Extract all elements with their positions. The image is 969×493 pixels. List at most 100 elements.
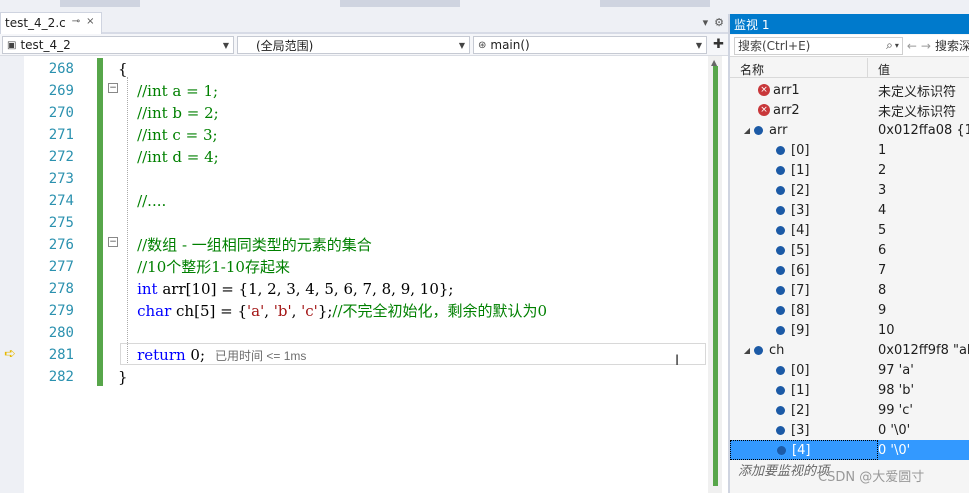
watch-row[interactable]: × arr2 未定义标识符	[730, 100, 969, 120]
watch-name: arr1	[773, 82, 800, 98]
watch-value[interactable]: 3	[878, 180, 969, 200]
line-number: 281	[48, 347, 74, 363]
back-arrow-icon[interactable]: ←	[907, 39, 917, 53]
tab-strip-stub	[600, 0, 710, 7]
variable-icon	[776, 265, 785, 275]
variable-icon	[776, 185, 785, 195]
watch-name-cell: [0]	[730, 360, 878, 380]
code-line: //10个整形1-10存起来	[118, 256, 708, 278]
watch-name: [1]	[791, 162, 810, 178]
watch-value[interactable]: 未定义标识符	[878, 80, 969, 100]
scope-name: (全局范围)	[256, 38, 314, 53]
watch-name-cell: × arr2	[730, 100, 878, 120]
search-placeholder: 搜索(Ctrl+E)	[738, 39, 811, 53]
collapse-arrow-icon[interactable]: ◢	[740, 346, 754, 355]
code-line: //....	[118, 190, 708, 212]
scope-dropdown[interactable]: (全局范围) ▼	[237, 36, 470, 54]
watch-name: [4]	[791, 222, 810, 238]
watch-value[interactable]: 8	[878, 280, 969, 300]
watch-value[interactable]: 5	[878, 220, 969, 240]
fold-toggle-icon[interactable]: −	[108, 237, 118, 247]
text-cursor-icon: I	[675, 353, 680, 369]
watch-value[interactable]: 0x012ffa08 {1, 2	[878, 120, 969, 140]
watch-value[interactable]: 0 '\0'	[878, 440, 969, 460]
code-text: {	[118, 60, 128, 78]
variable-icon	[776, 325, 785, 335]
gear-icon[interactable]: ⚙	[714, 16, 724, 29]
code-line: }	[118, 366, 708, 388]
chevron-down-icon: ▼	[458, 40, 465, 50]
code-text: //int d = 4;	[118, 148, 219, 166]
code-text: //....	[118, 192, 167, 210]
watch-window: 监视 1 搜索(Ctrl+E) ⌕ ▾ ← → 搜索深 名称 值 × arr1 未定…	[728, 14, 969, 493]
watch-row[interactable]: ◢ ch 0x012ff9f8 "abc	[730, 340, 969, 360]
indicator-margin[interactable]	[0, 56, 24, 493]
variable-icon	[776, 285, 785, 295]
fold-toggle-icon[interactable]: −	[108, 83, 118, 93]
watch-name: [8]	[791, 302, 810, 318]
watch-name-cell: [9]	[730, 320, 878, 340]
code-text: ,	[291, 302, 302, 320]
watch-row[interactable]: × arr1 未定义标识符	[730, 80, 969, 100]
chevron-down-icon[interactable]: ▾	[895, 41, 899, 50]
split-window-icon[interactable]: ✚	[713, 37, 724, 52]
watch-row[interactable]: [2] 3	[730, 180, 969, 200]
code-string: 'b'	[273, 302, 292, 320]
watch-value[interactable]: 2	[878, 160, 969, 180]
close-icon[interactable]: ×	[86, 16, 94, 34]
document-tab[interactable]: test_4_2.c ⊸ ×	[0, 12, 102, 34]
watch-name-cell: [2]	[730, 180, 878, 200]
watch-value[interactable]: 0 '\0'	[878, 420, 969, 440]
watch-value[interactable]: 未定义标识符	[878, 100, 969, 120]
chevron-down-icon[interactable]: ▾	[703, 16, 709, 29]
watch-value[interactable]: 9	[878, 300, 969, 320]
watch-row[interactable]: [2] 99 'c'	[730, 400, 969, 420]
forward-arrow-icon[interactable]: →	[921, 39, 931, 53]
collapse-arrow-icon[interactable]: ◢	[740, 126, 754, 135]
watch-row[interactable]: [1] 98 'b'	[730, 380, 969, 400]
watch-name-cell: [6]	[730, 260, 878, 280]
add-watch-item[interactable]: 添加要监视的项	[738, 460, 829, 479]
watch-value[interactable]: 7	[878, 260, 969, 280]
watch-value[interactable]: 6	[878, 240, 969, 260]
vertical-scrollbar[interactable]: ▲	[708, 56, 722, 493]
watch-value[interactable]: 0x012ff9f8 "abc	[878, 340, 969, 360]
watch-value[interactable]: 1	[878, 140, 969, 160]
function-dropdown[interactable]: ⊛ main() ▼	[473, 36, 707, 54]
pin-icon[interactable]: ⊸	[72, 16, 80, 34]
watch-value[interactable]: 97 'a'	[878, 360, 969, 380]
watch-row[interactable]: [4] 0 '\0'	[730, 440, 969, 460]
column-value-header[interactable]: 值	[868, 58, 890, 77]
code-area[interactable]: { //int a = 1; //int b = 2; //int c = 3;…	[118, 58, 708, 388]
project-name: test_4_2	[20, 38, 71, 52]
line-number: 268	[48, 61, 74, 77]
code-line: int arr[10] = {1, 2, 3, 4, 5, 6, 7, 8, 9…	[118, 278, 708, 300]
watch-row[interactable]: ◢ arr 0x012ffa08 {1, 2	[730, 120, 969, 140]
watch-row[interactable]: [0] 97 'a'	[730, 360, 969, 380]
watch-row[interactable]: [5] 6	[730, 240, 969, 260]
watch-row[interactable]: [8] 9	[730, 300, 969, 320]
project-dropdown[interactable]: ▣ test_4_2 ▼	[2, 36, 234, 54]
watch-value[interactable]: 4	[878, 200, 969, 220]
column-name-header[interactable]: 名称	[730, 58, 868, 77]
watch-search-input[interactable]: 搜索(Ctrl+E) ⌕ ▾	[734, 36, 903, 55]
navigation-bar: ▣ test_4_2 ▼ (全局范围) ▼ ⊛ main() ▼ ✚	[0, 34, 728, 56]
watch-row[interactable]: [7] 8	[730, 280, 969, 300]
watch-row[interactable]: [6] 7	[730, 260, 969, 280]
variable-icon	[776, 145, 785, 155]
watch-row[interactable]: [0] 1	[730, 140, 969, 160]
watch-value[interactable]: 10	[878, 320, 969, 340]
watch-rows: ×arr1未定义标识符×arr2未定义标识符◢arr0x012ffa08 {1,…	[730, 80, 969, 460]
watch-row[interactable]: [9] 10	[730, 320, 969, 340]
watch-row[interactable]: [3] 4	[730, 200, 969, 220]
watch-row[interactable]: [3] 0 '\0'	[730, 420, 969, 440]
watch-name-cell: [4]	[730, 220, 878, 240]
watch-value[interactable]: 99 'c'	[878, 400, 969, 420]
watch-value[interactable]: 98 'b'	[878, 380, 969, 400]
variable-icon	[754, 125, 763, 135]
search-icon[interactable]: ⌕	[886, 38, 893, 53]
watch-name: ch	[769, 342, 785, 358]
watch-row[interactable]: [1] 2	[730, 160, 969, 180]
watch-row[interactable]: [4] 5	[730, 220, 969, 240]
watch-name: [4]	[792, 442, 811, 458]
